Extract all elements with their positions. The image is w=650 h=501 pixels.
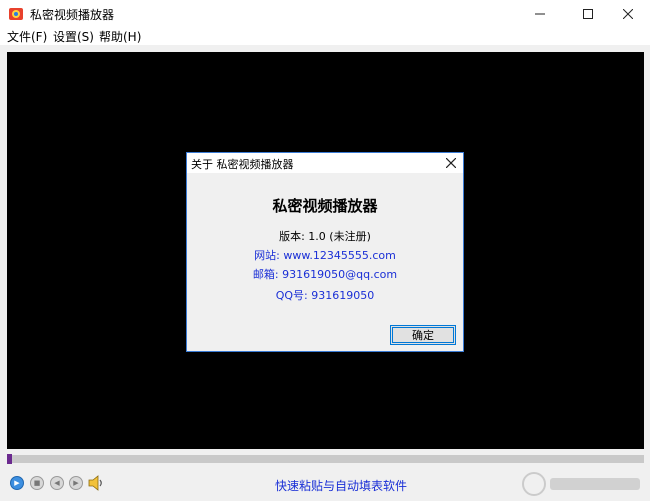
seek-handle[interactable] [7,454,12,464]
minimize-icon [535,13,545,14]
maximize-icon [583,8,593,19]
close-icon [446,158,456,168]
seek-bar[interactable] [7,455,644,463]
ok-button[interactable]: 确定 [390,325,456,345]
stop-icon: ■ [33,479,41,487]
volume-icon[interactable] [87,474,105,492]
dialog-qq-link[interactable]: QQ号: 931619050 [187,287,463,303]
menu-file[interactable]: 文件(F) [7,28,47,45]
dialog-app-name: 私密视频播放器 [272,197,378,215]
next-icon: ▶ [73,479,79,487]
previous-icon: ◀ [54,479,60,487]
menu-settings[interactable]: 设置(S) [53,28,94,45]
play-button[interactable]: ▶ [10,476,24,490]
previous-button[interactable]: ◀ [50,476,64,490]
watermark-logo [522,472,640,496]
dialog-website-link[interactable]: 网站: www.12345555.com [187,247,463,263]
close-button[interactable] [606,0,650,27]
minimize-button[interactable] [518,0,562,27]
about-dialog: 关于 私密视频播放器 私密视频播放器 版本: 1.0 (未注册) 网站: www… [186,152,464,352]
dialog-close-button[interactable] [441,154,461,172]
menu-bar [0,27,650,45]
dialog-version: 版本: 1.0 (未注册) [279,230,371,243]
stop-button[interactable]: ■ [30,476,44,490]
next-button[interactable]: ▶ [69,476,83,490]
dialog-email-link[interactable]: 邮箱: 931619050@qq.com [187,266,463,282]
play-icon: ▶ [14,479,20,487]
maximize-button[interactable] [566,0,610,27]
window-title: 私密视频播放器 [30,8,115,22]
close-icon [623,8,633,19]
app-logo-icon [9,8,23,20]
menu-help[interactable]: 帮助(H) [99,28,141,45]
promo-link[interactable]: 快速粘贴与自动填表软件 [275,477,407,494]
dialog-title: 关于 私密视频播放器 [191,158,294,171]
